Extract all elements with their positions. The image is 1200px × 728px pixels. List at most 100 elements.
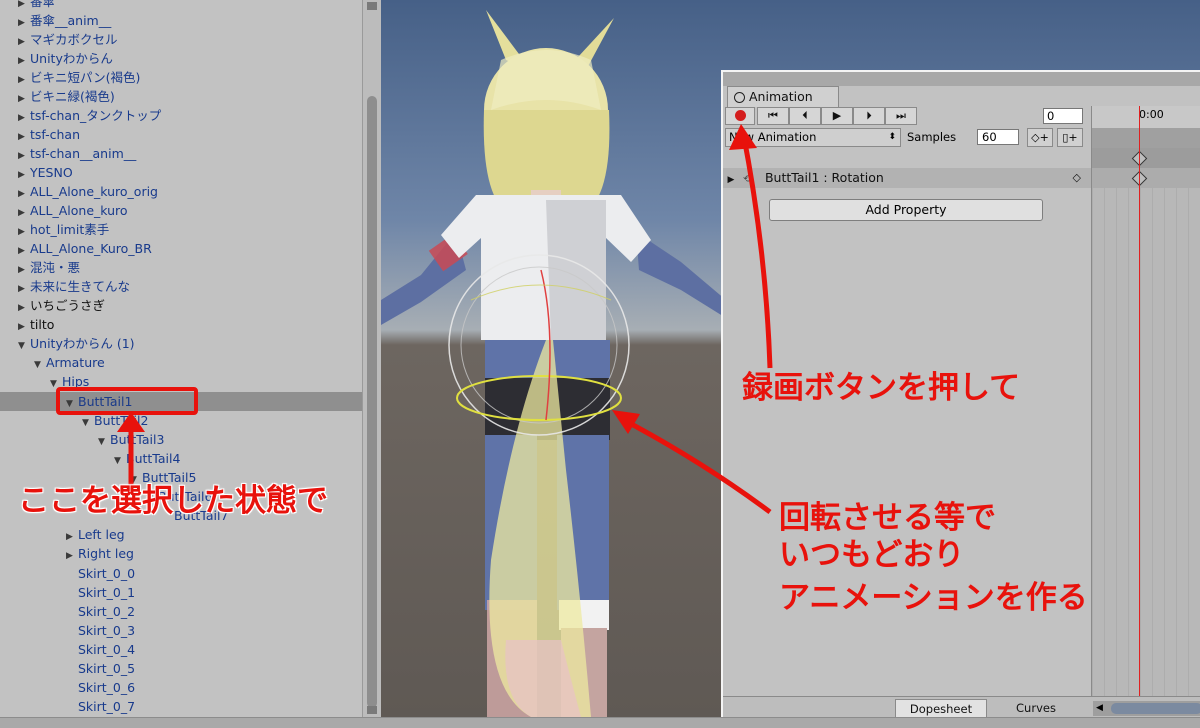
- tab-curves[interactable]: Curves: [991, 699, 1081, 718]
- hierarchy-item[interactable]: ▼ Armature: [34, 353, 105, 372]
- expanded-arrow-icon[interactable]: ▼: [18, 337, 30, 356]
- add-property-button[interactable]: Add Property: [769, 199, 1043, 221]
- add-event-icon: ▯+: [1062, 131, 1078, 144]
- hierarchy-item-label: Skirt_0_5: [78, 661, 136, 676]
- keyframe-diamond-icon[interactable]: ◇: [1073, 168, 1081, 188]
- hierarchy-item[interactable]: ▶ Right leg: [66, 544, 134, 563]
- hierarchy-item-label: 未来に生きてんな: [30, 279, 131, 294]
- hierarchy-item-label: ALL_Alone_kuro_orig: [30, 184, 158, 199]
- hierarchy-item[interactable]: ▶ いちごうさぎ: [18, 296, 105, 315]
- hierarchy-item[interactable]: ▶ tsf-chan: [18, 125, 80, 144]
- hierarchy-item-label: tsf-chan__anim__: [30, 146, 137, 161]
- annotation-press-record: 録画ボタンを押して: [742, 370, 1021, 406]
- hierarchy-item[interactable]: Skirt_0_5: [66, 659, 135, 678]
- hierarchy-item[interactable]: ▼ ButtTail2: [82, 411, 148, 430]
- hierarchy-item[interactable]: ▶ Left leg: [66, 525, 125, 544]
- previous-keyframe-icon: ⏴: [802, 109, 808, 122]
- hierarchy-item[interactable]: ▶ 混沌・悪: [18, 258, 80, 277]
- hierarchy-item-label: ButtTail3: [110, 432, 165, 447]
- hierarchy-item[interactable]: Skirt_0_0: [66, 564, 135, 583]
- play-button[interactable]: ▶: [821, 107, 853, 125]
- hierarchy-item[interactable]: ▶ 番傘: [18, 0, 55, 11]
- expanded-arrow-icon[interactable]: ▼: [98, 433, 110, 452]
- hierarchy-item-label: ButtTail2: [94, 413, 149, 428]
- hierarchy-item[interactable]: ▶ Unityわからん: [18, 49, 113, 68]
- next-keyframe-button[interactable]: ⏵: [853, 107, 885, 125]
- time-ruler[interactable]: 0:00: [1092, 106, 1200, 129]
- playhead[interactable]: [1139, 106, 1140, 696]
- hierarchy-item[interactable]: ▶ ビキニ短パン(褐色): [18, 68, 140, 87]
- scroll-down-arrow[interactable]: [367, 706, 377, 714]
- hierarchy-item[interactable]: ▼ ButtTail4: [114, 449, 180, 468]
- hierarchy-item-label: Skirt_0_1: [78, 585, 136, 600]
- dropdown-arrow-icon: ⬍: [888, 132, 896, 142]
- hierarchy-item-label: Skirt_0_4: [78, 642, 136, 657]
- hierarchy-item-label: Right leg: [78, 546, 134, 561]
- first-keyframe-button[interactable]: ⏮: [757, 107, 789, 125]
- hierarchy-panel: ▶ 番傘 ▶ 番傘__anim__ ▶ マギカボクセル ▶ Unityわからん ▶ ビキニ短パン(…: [0, 0, 362, 717]
- hierarchy-item[interactable]: Skirt_0_1: [66, 583, 135, 602]
- expanded-arrow-icon[interactable]: ▼: [34, 356, 46, 375]
- hierarchy-item[interactable]: ▶ hot_limit素手: [18, 220, 109, 239]
- record-button[interactable]: [725, 107, 755, 125]
- add-keyframe-icon: ◇+: [1031, 131, 1049, 144]
- hierarchy-item[interactable]: ▶ tilto: [18, 315, 54, 334]
- expand-arrow-icon[interactable]: ▶: [723, 170, 739, 190]
- hierarchy-scrollbar[interactable]: [362, 0, 381, 717]
- annotation-rotate-line1: 回転させる等で: [779, 500, 996, 536]
- annotation-rotate-line3: アニメーションを作る: [779, 580, 1088, 616]
- annotation-rotate-line2: いつもどおり: [779, 537, 965, 573]
- hierarchy-item[interactable]: ▶ tsf-chan__anim__: [18, 144, 136, 163]
- samples-field[interactable]: 60: [977, 129, 1019, 145]
- property-name: ButtTail1 : Rotation: [764, 170, 884, 185]
- scroll-left-arrow[interactable]: ◀: [1096, 701, 1103, 716]
- hierarchy-item-label: Skirt_0_2: [78, 604, 136, 619]
- hierarchy-item-label: Unityわからん (1): [30, 336, 135, 351]
- hierarchy-item[interactable]: ▼ Hips: [50, 372, 89, 391]
- expanded-arrow-icon[interactable]: ▼: [82, 414, 94, 433]
- hierarchy-item[interactable]: ▶ マギカボクセル: [18, 30, 118, 49]
- hierarchy-item[interactable]: ▶ ALL_Alone_kuro: [18, 201, 128, 220]
- hierarchy-item-label: ALL_Alone_Kuro_BR: [30, 241, 152, 256]
- frame-field[interactable]: 0: [1043, 108, 1083, 124]
- tab-dopesheet[interactable]: Dopesheet: [895, 699, 987, 718]
- hierarchy-item[interactable]: Skirt_0_3: [66, 621, 135, 640]
- previous-keyframe-button[interactable]: ⏴: [789, 107, 821, 125]
- expanded-arrow-icon[interactable]: ▼: [114, 452, 126, 471]
- hierarchy-item[interactable]: Skirt_0_2: [66, 602, 135, 621]
- hierarchy-item[interactable]: ▼ Unityわからん (1): [18, 334, 135, 353]
- hierarchy-item[interactable]: ▶ ビキニ緑(褐色): [18, 87, 115, 106]
- hierarchy-item[interactable]: ▶ ALL_Alone_kuro_orig: [18, 182, 158, 201]
- hierarchy-item[interactable]: Skirt_0_4: [66, 640, 135, 659]
- hierarchy-item-label: tsf-chan: [30, 127, 81, 142]
- hierarchy-item[interactable]: ▶ tsf-chan_タンクトップ: [18, 106, 161, 125]
- timeline-scrollbar[interactable]: ◀: [1093, 701, 1200, 716]
- bottom-bar: [0, 717, 1200, 728]
- hierarchy-item[interactable]: ▼ ButtTail3: [98, 430, 164, 449]
- hierarchy-item[interactable]: ▶ ALL_Alone_Kuro_BR: [18, 239, 152, 258]
- timeline-scrollbar-thumb[interactable]: [1111, 703, 1200, 714]
- property-row[interactable]: ▶ ⟲ ButtTail1 : Rotation ◇: [723, 168, 1091, 188]
- clip-selector[interactable]: New Animation ⬍: [725, 128, 901, 147]
- hierarchy-item[interactable]: ▶ YESNO: [18, 163, 73, 182]
- next-keyframe-icon: ⏵: [866, 109, 872, 122]
- hierarchy-item-selected[interactable]: ▼ ButtTail1: [0, 392, 362, 411]
- hierarchy-item[interactable]: Skirt_0_7: [66, 697, 135, 716]
- hierarchy-item[interactable]: ▶ 番傘__anim__: [18, 11, 111, 30]
- timeline-event-band: [1092, 128, 1200, 148]
- add-event-button[interactable]: ▯+: [1057, 128, 1083, 147]
- hierarchy-item-label: 混沌・悪: [30, 260, 81, 275]
- hierarchy-item[interactable]: Skirt_0_6: [66, 678, 135, 697]
- hierarchy-item-label: 番傘__anim__: [30, 13, 112, 28]
- expanded-arrow-icon[interactable]: ▼: [66, 395, 78, 414]
- hierarchy-item-label: ビキニ緑(褐色): [30, 89, 115, 104]
- hierarchy-item[interactable]: ▶ 未来に生きてんな: [18, 277, 130, 296]
- last-keyframe-button[interactable]: ⏭: [885, 107, 917, 125]
- scroll-up-arrow[interactable]: [367, 2, 377, 10]
- dopesheet-timeline[interactable]: 0:00: [1091, 106, 1200, 696]
- scrollbar-thumb[interactable]: [367, 96, 377, 708]
- add-keyframe-button[interactable]: ◇+: [1027, 128, 1053, 147]
- hierarchy-item-label: YESNO: [30, 165, 73, 180]
- samples-label: Samples: [907, 130, 957, 144]
- annotation-select-here: ここを選択した状態で: [18, 483, 328, 519]
